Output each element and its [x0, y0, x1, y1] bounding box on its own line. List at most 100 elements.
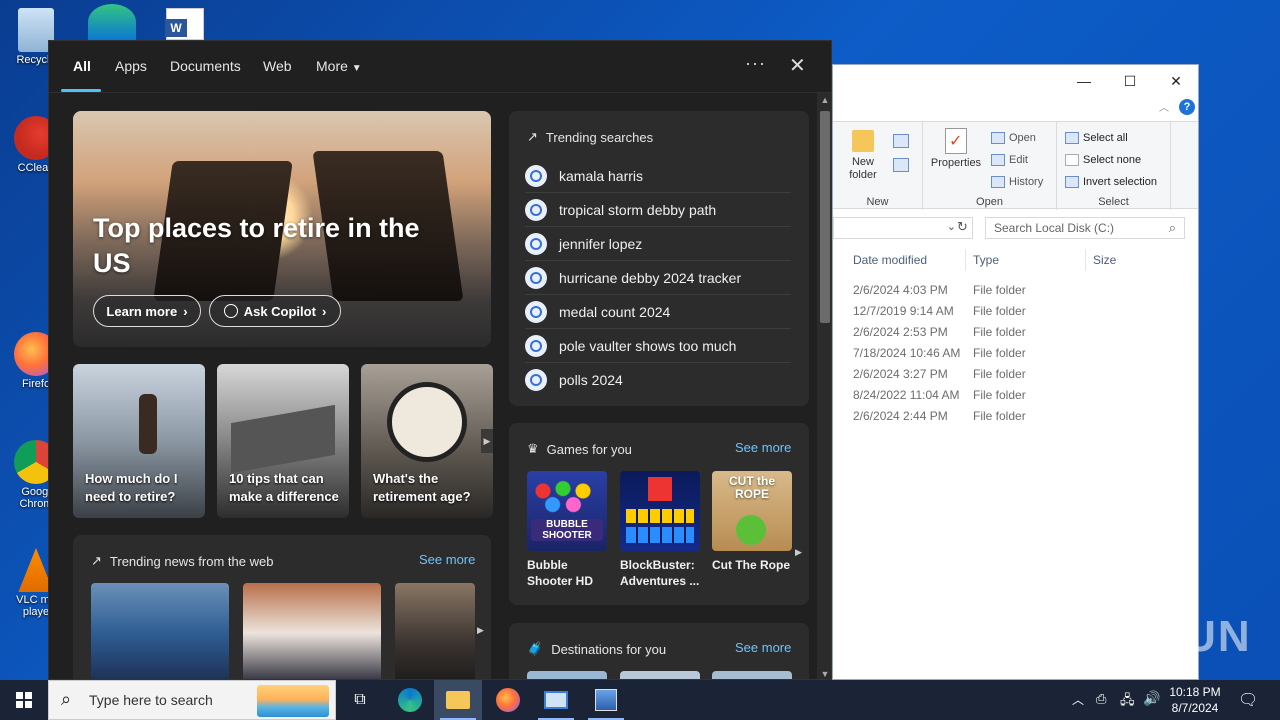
- date-modified-cell: 2/6/2024 2:44 PM: [853, 409, 948, 423]
- hero-title: Top places to retire in the US: [93, 213, 420, 278]
- taskbar-firefox[interactable]: [484, 680, 532, 720]
- game-blockbuster[interactable]: BlockBuster: Adventures ...: [620, 471, 700, 589]
- explorer-search-input[interactable]: Search Local Disk (C:) ⌕: [985, 217, 1185, 239]
- tab-web[interactable]: Web: [263, 58, 292, 74]
- task-view-button[interactable]: ⧉: [336, 680, 384, 720]
- date-modified-cell: 7/18/2024 10:46 AM: [853, 346, 961, 360]
- copy-to-icon[interactable]: [893, 134, 909, 148]
- desktop-icon-edge-top[interactable]: [88, 4, 136, 40]
- scroll-up-icon[interactable]: ▲: [817, 95, 831, 105]
- column-size[interactable]: Size: [1093, 253, 1116, 267]
- trending-search-item[interactable]: medal count 2024: [525, 295, 791, 329]
- table-row[interactable]: 2/6/2024 2:53 PM File folder: [833, 321, 1198, 342]
- see-more-link[interactable]: See more: [419, 552, 475, 567]
- ribbon-collapse-icon[interactable]: ︿: [1159, 99, 1169, 114]
- start-button[interactable]: [0, 680, 48, 720]
- column-type[interactable]: Type: [973, 253, 999, 267]
- scrollbar-thumb[interactable]: [820, 111, 830, 323]
- history-button[interactable]: History: [991, 176, 1043, 188]
- see-more-link[interactable]: See more: [735, 440, 791, 455]
- edit-button[interactable]: Edit: [991, 154, 1028, 166]
- game-bubble-shooter[interactable]: BUBBLE SHOOTER Bubble Shooter HD: [527, 471, 607, 589]
- help-icon[interactable]: ?: [1179, 99, 1195, 115]
- column-headers: Date modified Type Size: [833, 249, 1198, 271]
- destination-image[interactable]: [712, 671, 792, 679]
- table-row[interactable]: 8/24/2022 11:04 AM File folder: [833, 384, 1198, 405]
- destination-image[interactable]: [527, 671, 607, 679]
- properties-button[interactable]: ✓ Properties: [929, 128, 983, 169]
- trending-search-item[interactable]: tropical storm debby path: [525, 193, 791, 227]
- destination-image[interactable]: [620, 671, 700, 679]
- close-window-button[interactable]: ✕: [1153, 69, 1199, 93]
- news-image-street[interactable]: [395, 583, 475, 679]
- chevron-right-icon[interactable]: ▶: [477, 625, 484, 636]
- new-folder-button[interactable]: New folder: [843, 130, 883, 182]
- taskbar-edge[interactable]: [386, 680, 434, 720]
- trophy-icon: ♛: [527, 441, 539, 456]
- move-to-icon[interactable]: [893, 158, 909, 172]
- search-icon: [525, 300, 547, 323]
- trending-search-item[interactable]: kamala harris: [525, 159, 791, 193]
- notifications-icon[interactable]: 🗨: [1238, 690, 1258, 710]
- address-bar[interactable]: ⌄: [833, 217, 973, 239]
- select-none-button[interactable]: Select none: [1065, 154, 1141, 166]
- desktop-icon-word[interactable]: W: [165, 8, 204, 40]
- table-row[interactable]: 2/6/2024 4:03 PM File folder: [833, 279, 1198, 300]
- trending-search-item[interactable]: polls 2024: [525, 363, 791, 397]
- table-row[interactable]: 7/18/2024 10:46 AM File folder: [833, 342, 1198, 363]
- select-all-button[interactable]: Select all: [1065, 132, 1128, 144]
- news-image-runner[interactable]: [91, 583, 229, 679]
- chevron-right-icon[interactable]: ▶: [481, 429, 493, 453]
- taskbar-clock[interactable]: 10:18 PM 8/7/2024: [1160, 684, 1230, 716]
- search-icon: [525, 334, 547, 357]
- trending-icon: ↗: [527, 129, 538, 144]
- game-cut-the-rope[interactable]: CUT the ROPE Cut The Rope: [712, 471, 792, 573]
- setup-icon: [595, 689, 617, 711]
- volume-icon[interactable]: 🔊: [1143, 690, 1160, 707]
- tile-10-tips[interactable]: 10 tips that can make a difference: [217, 364, 349, 518]
- more-options-button[interactable]: ···: [745, 53, 766, 74]
- chevron-right-icon[interactable]: ▶: [795, 547, 802, 558]
- tab-more[interactable]: More ▼: [316, 58, 362, 74]
- ribbon-group-open: ✓ Properties Open Edit History Open: [923, 122, 1057, 210]
- tile-retirement-age[interactable]: What's the retirement age?: [361, 364, 493, 518]
- chevron-right-icon: ›: [321, 303, 327, 319]
- table-row[interactable]: 2/6/2024 2:44 PM File folder: [833, 405, 1198, 426]
- column-date-modified[interactable]: Date modified: [853, 253, 927, 267]
- taskbar-file-explorer[interactable]: [434, 680, 482, 720]
- show-hidden-icons-button[interactable]: ︿: [1072, 691, 1084, 708]
- scrollbar[interactable]: ▲ ▼: [817, 93, 831, 679]
- device-icon[interactable]: ⎙: [1096, 691, 1106, 707]
- tab-documents[interactable]: Documents: [170, 58, 241, 74]
- see-more-link[interactable]: See more: [735, 640, 791, 655]
- trending-search-item[interactable]: hurricane debby 2024 tracker: [525, 261, 791, 295]
- invert-selection-button[interactable]: Invert selection: [1065, 176, 1157, 188]
- clock-image: [387, 382, 467, 462]
- network-icon[interactable]: 🖧: [1120, 691, 1135, 713]
- trending-search-item[interactable]: pole vaulter shows too much: [525, 329, 791, 363]
- learn-more-button[interactable]: Learn more ›: [93, 295, 201, 327]
- tab-apps[interactable]: Apps: [115, 58, 147, 74]
- close-icon[interactable]: ✕: [789, 53, 806, 78]
- chevron-down-icon[interactable]: ⌄: [947, 220, 956, 233]
- taskbar-app-window[interactable]: [532, 680, 580, 720]
- taskbar-setup-app[interactable]: [582, 680, 630, 720]
- scroll-down-icon[interactable]: ▼: [817, 669, 831, 679]
- trending-icon: ↗: [91, 553, 102, 568]
- tile-how-much-retire[interactable]: How much do I need to retire?: [73, 364, 205, 518]
- table-row[interactable]: 12/7/2019 9:14 AM File folder: [833, 300, 1198, 321]
- maximize-button[interactable]: ☐: [1107, 69, 1153, 93]
- ribbon-group-select: Select all Select none Invert selection …: [1057, 122, 1171, 210]
- hero-card[interactable]: Top places to retire in the US Learn mor…: [73, 111, 491, 347]
- ask-copilot-button[interactable]: Ask Copilot ›: [209, 295, 341, 327]
- tab-all[interactable]: All: [73, 58, 91, 74]
- news-image-crowd[interactable]: [243, 583, 381, 679]
- trending-search-item[interactable]: jennifer lopez: [525, 227, 791, 261]
- taskbar-search-input[interactable]: ⌕ Type here to search: [48, 680, 336, 720]
- open-button[interactable]: Open: [991, 132, 1036, 144]
- destinations-card: 🧳 Destinations for you See more: [509, 623, 809, 679]
- table-row[interactable]: 2/6/2024 3:27 PM File folder: [833, 363, 1198, 384]
- ribbon: New folder New ✓ Properties Open Edit Hi…: [833, 121, 1198, 210]
- refresh-icon[interactable]: ↻: [957, 219, 968, 235]
- minimize-button[interactable]: —: [1061, 69, 1107, 93]
